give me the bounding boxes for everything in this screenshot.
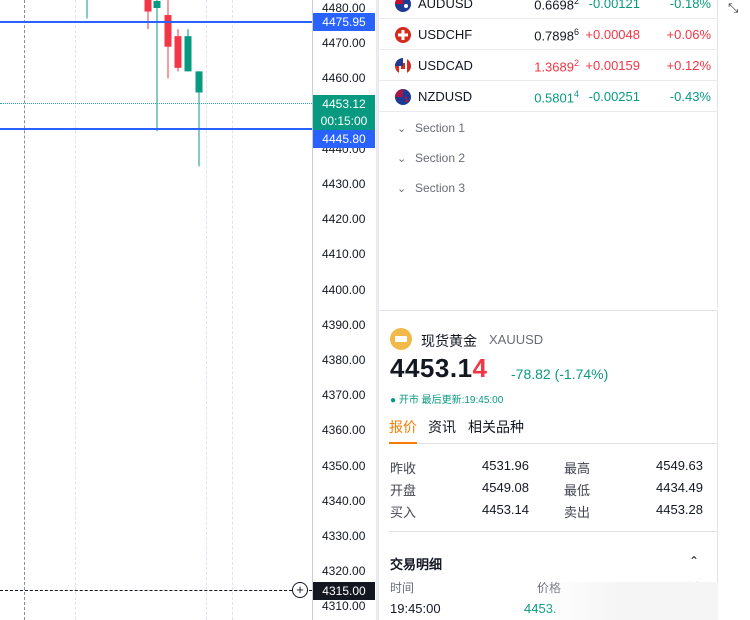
symbol-name: NZDUSD	[418, 89, 473, 104]
tab-news[interactable]: 资讯	[428, 417, 456, 444]
watchlist-row[interactable]: USDCAD 1.36892 +0.00159 +0.12%	[379, 50, 718, 81]
chevron-down-icon: ⌄	[397, 183, 407, 195]
change-percent: +0.06%	[666, 27, 711, 42]
chevron-up-icon[interactable]: ⌃	[689, 554, 699, 568]
gold-bar-icon	[390, 328, 412, 350]
watchlist-panel: AUDUSD 0.66982 -0.00121 -0.18% USDCHF 0.…	[379, 0, 718, 308]
open-value: 4549.08	[482, 480, 529, 495]
price-tick-label: 4320.00	[322, 564, 366, 579]
section-1-toggle[interactable]: ⌄ Section 1	[397, 121, 465, 135]
high-label: 最高	[564, 461, 591, 476]
candle-body	[153, 0, 161, 8]
lower-horizontal-line[interactable]	[0, 128, 312, 130]
price-tick-label: 4370.00	[322, 388, 366, 403]
upper-horizontal-line[interactable]	[0, 21, 312, 23]
candle-body	[174, 36, 182, 68]
current-price-line	[0, 103, 312, 104]
price-tick-label: 4410.00	[322, 247, 366, 262]
price-chart[interactable]: +	[0, 0, 312, 620]
change-value: -0.00121	[588, 0, 640, 11]
tab-quote[interactable]: 报价	[389, 417, 417, 444]
details-tabs: 报价 资讯 相关品种	[389, 417, 718, 444]
change-value: -0.00251	[588, 89, 640, 104]
symbol-ticker: XAUUSD	[489, 332, 544, 347]
price-tick-label: 4330.00	[322, 529, 366, 543]
price-tick-label: 4460.00	[322, 71, 366, 86]
big-change: -78.82 (-1.74%)	[511, 366, 609, 382]
prev-close-label: 昨收	[390, 461, 417, 476]
chevron-down-icon: ⌄	[397, 123, 407, 135]
price-tick-label: 4310.00	[322, 599, 366, 614]
price-tick-label: 4350.00	[322, 458, 366, 473]
chevron-down-icon: ⌄	[397, 153, 407, 165]
nz-us-flag-icon	[395, 89, 411, 105]
ch-us-flag-icon	[395, 27, 411, 43]
price-tick-label: 4470.00	[322, 36, 366, 51]
change-percent: -0.43%	[669, 89, 711, 104]
symbol-display-name: 现货黄金	[421, 333, 477, 349]
price-tick-label: 4420.00	[322, 212, 366, 227]
lower-line-price-label: 4445.80	[313, 130, 375, 148]
change-percent: -0.18%	[669, 0, 711, 11]
last-price: 0.78986	[534, 27, 579, 44]
change-value: +0.00159	[585, 58, 640, 73]
bid-value: 4453.14	[482, 502, 529, 517]
watchlist-row[interactable]: AUDUSD 0.66982 -0.00121 -0.18%	[379, 0, 718, 19]
bar-countdown-label: 00:15:00	[313, 112, 375, 130]
symbol-name: USDCAD	[418, 58, 473, 73]
price-tick-label: 4390.00	[322, 317, 366, 332]
current-price-label: 4453.12	[313, 95, 375, 113]
last-price: 0.58014	[534, 89, 579, 106]
tab-related[interactable]: 相关品种	[468, 417, 524, 444]
candle-body	[195, 71, 203, 93]
watchlist-row[interactable]: NZDUSD 0.58014 -0.00251 -0.43%	[379, 81, 718, 112]
price-tick-label: 4400.00	[322, 282, 366, 297]
ask-label: 卖出	[564, 505, 591, 520]
symbol-name: USDCHF	[418, 27, 473, 42]
candle-body	[184, 36, 192, 72]
price-tick-label: 4430.00	[322, 177, 366, 191]
candle-body	[144, 0, 152, 12]
watchlist-row[interactable]: USDCHF 0.78986 +0.00048 +0.06%	[379, 19, 718, 50]
price-tick-label: 4360.00	[322, 423, 366, 438]
col-time-header: 时间	[390, 581, 415, 595]
big-last-price: 4453.14	[390, 353, 488, 383]
high-value: 4549.63	[656, 458, 703, 473]
crosshair-horizontal-line	[0, 590, 312, 591]
au-us-flag-icon	[395, 0, 411, 12]
price-scale[interactable]: 4480.004470.004460.004450.004440.004430.…	[312, 0, 376, 620]
plus-circle-icon[interactable]: +	[292, 582, 308, 598]
candlestick-series	[86, 0, 203, 167]
crosshair-price-label: 4315.00	[313, 582, 375, 600]
bid-label: 买入	[390, 505, 417, 520]
section-2-toggle[interactable]: ⌄ Section 2	[397, 151, 465, 165]
ask-value: 4453.28	[656, 502, 703, 517]
price-tick-label: 4340.00	[322, 493, 366, 508]
market-status: ● 开市 最后更新:19:45:00	[390, 395, 504, 406]
prev-close-value: 4531.96	[482, 458, 529, 473]
low-value: 4434.49	[656, 480, 703, 495]
us-ca-flag-icon	[395, 58, 411, 74]
symbol-details-panel: 现货黄金 XAUUSD 4453.14 -78.82 (-1.74%) ● 开市…	[379, 310, 718, 620]
change-percent: +0.12%	[666, 58, 711, 73]
price-tick-label: 4380.00	[322, 353, 366, 367]
watermark-overlay	[540, 582, 718, 620]
low-label: 最低	[564, 483, 591, 498]
trades-title: 交易明细	[390, 557, 443, 572]
upper-line-price-label: 4475.95	[313, 13, 375, 31]
section-3-toggle[interactable]: ⌄ Section 3	[397, 181, 465, 195]
last-price: 1.36892	[534, 58, 579, 75]
open-label: 开盘	[390, 483, 417, 498]
candle-body	[164, 15, 172, 47]
symbol-name: AUDUSD	[418, 0, 473, 11]
trade-time: 19:45:00	[390, 601, 441, 616]
last-price: 0.66982	[534, 0, 579, 13]
pen-icon[interactable]: ⤡	[728, 0, 738, 16]
change-value: +0.00048	[585, 27, 640, 42]
divider	[389, 531, 718, 532]
